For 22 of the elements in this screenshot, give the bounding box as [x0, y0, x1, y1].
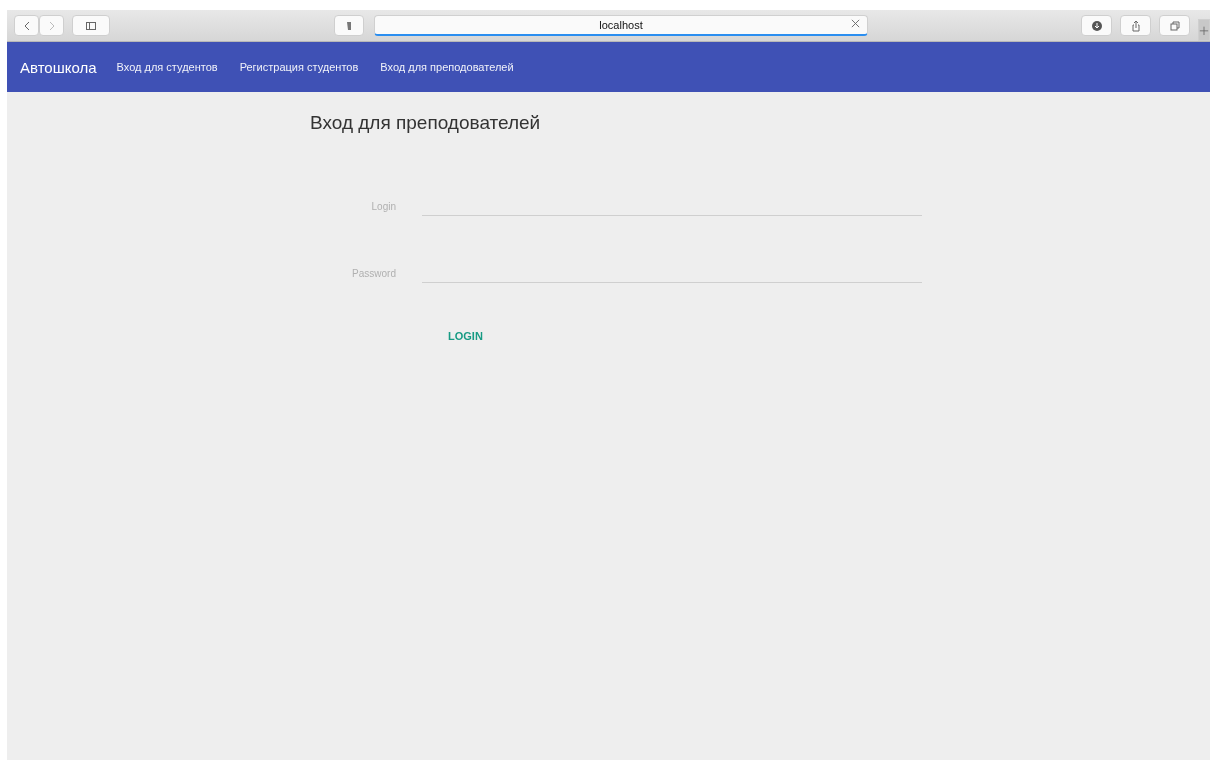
sidebar-button[interactable]: [72, 15, 110, 36]
nav-link[interactable]: Вход для преподователей: [380, 61, 514, 73]
address-bar[interactable]: localhost: [374, 15, 868, 36]
new-tab-button[interactable]: [1198, 19, 1210, 41]
reader-button[interactable]: [334, 15, 364, 36]
download-icon: [1090, 19, 1103, 32]
page-title: Вход для преподователей: [310, 112, 542, 134]
close-icon[interactable]: [850, 18, 861, 29]
tabs-icon: [1168, 19, 1181, 32]
share-icon: [1129, 19, 1142, 32]
brand-title[interactable]: Автошкола: [20, 58, 97, 76]
field-label: Password: [351, 268, 396, 281]
plus-icon: [1199, 24, 1209, 36]
tabs-button[interactable]: [1159, 15, 1190, 36]
back-button[interactable]: [14, 15, 39, 36]
nav-link[interactable]: Регистрация студентов: [239, 61, 359, 73]
share-button[interactable]: [1120, 15, 1151, 36]
address-text: localhost: [599, 19, 643, 31]
downloads-button[interactable]: [1081, 15, 1112, 36]
nav-link[interactable]: Вход для студентов: [116, 61, 218, 73]
forward-button[interactable]: [39, 15, 64, 36]
sidebar-icon: [85, 19, 97, 32]
